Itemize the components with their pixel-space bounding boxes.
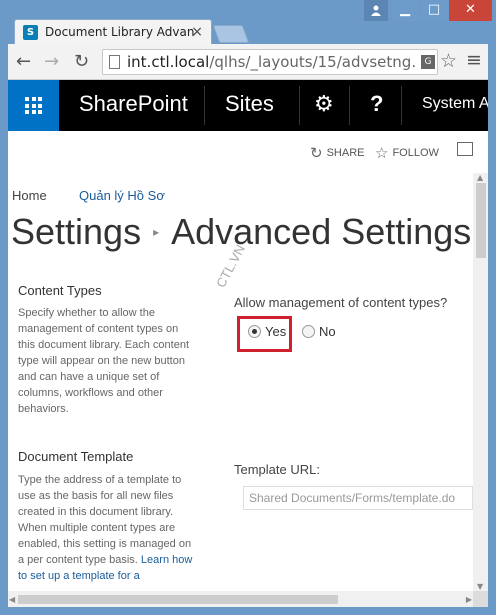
minimize-button[interactable]: ▁ bbox=[392, 0, 418, 21]
document-template-text: Type the address of a template to use as… bbox=[18, 474, 192, 566]
address-bar[interactable]: int.ctl.local/qlhs/_layouts/15/advsetng.… bbox=[102, 49, 438, 75]
document-template-heading: Document Template bbox=[18, 449, 134, 464]
title-advanced-settings: Advanced Settings bbox=[171, 211, 472, 252]
sharepoint-favicon-icon: S bbox=[23, 25, 38, 40]
share-button[interactable]: ↻ SHARE bbox=[310, 144, 364, 162]
scroll-down-icon[interactable]: ▼ bbox=[477, 582, 483, 591]
browser-tab[interactable]: S Document Library Advanc × bbox=[14, 19, 212, 45]
divider bbox=[204, 86, 205, 125]
bookmark-star-icon[interactable]: ☆ bbox=[440, 50, 457, 72]
sites-link[interactable]: Sites bbox=[225, 91, 274, 117]
browser-window: S Document Library Advanc × ▁ □ ✕ ← → ↻ … bbox=[0, 0, 496, 615]
url-path: /qlhs/_layouts/15/advsetng.as bbox=[209, 53, 417, 71]
help-icon[interactable]: ? bbox=[370, 91, 383, 117]
app-launcher-button[interactable] bbox=[8, 80, 59, 131]
breadcrumb-home[interactable]: Home bbox=[12, 188, 47, 203]
divider bbox=[401, 86, 402, 125]
vertical-scroll-thumb[interactable] bbox=[476, 183, 486, 258]
action-bar: ↻ SHARE ☆ FOLLOW bbox=[8, 131, 473, 173]
scroll-left-icon[interactable]: ◀ bbox=[9, 595, 15, 604]
template-url-label: Template URL: bbox=[234, 462, 320, 477]
document-template-description: Type the address of a template to use as… bbox=[18, 472, 196, 584]
horizontal-scrollbar[interactable]: ◀ ▶ bbox=[8, 591, 473, 607]
forward-arrow-icon[interactable]: → bbox=[44, 51, 59, 72]
follow-star-icon: ☆ bbox=[375, 145, 389, 162]
translate-icon[interactable]: G bbox=[421, 55, 435, 69]
highlight-box bbox=[237, 316, 292, 352]
maximize-button[interactable]: □ bbox=[420, 0, 448, 21]
content-types-description: Specify whether to allow the management … bbox=[18, 307, 189, 415]
radio-no-button[interactable] bbox=[302, 325, 315, 338]
breadcrumb-arrow-icon: ▸ bbox=[153, 225, 160, 239]
page-icon bbox=[109, 55, 120, 69]
url-text[interactable]: int.ctl.local/qlhs/_layouts/15/advsetng.… bbox=[127, 53, 417, 71]
content-types-heading: Content Types bbox=[18, 283, 102, 298]
template-url-input[interactable]: Shared Documents/Forms/template.do bbox=[243, 486, 473, 510]
focus-content-icon[interactable] bbox=[457, 142, 473, 156]
vertical-scrollbar[interactable]: ▲ ▼ bbox=[473, 173, 488, 591]
page-viewport: SharePoint Sites ⚙ ? System Ac ↻SHARE ☆F… bbox=[8, 80, 488, 607]
divider bbox=[349, 86, 350, 125]
sharepoint-brand[interactable]: SharePoint bbox=[79, 91, 188, 117]
share-icon: ↻ bbox=[310, 145, 323, 162]
reload-icon[interactable]: ↻ bbox=[74, 51, 89, 72]
radio-no-label: No bbox=[319, 324, 336, 339]
follow-button[interactable]: ☆ FOLLOW bbox=[375, 144, 439, 162]
scrollbar-corner bbox=[473, 591, 488, 607]
url-host: int.ctl.local bbox=[127, 53, 210, 71]
radio-no[interactable]: No bbox=[302, 324, 336, 339]
scroll-up-icon[interactable]: ▲ bbox=[477, 173, 483, 182]
browser-toolbar: ← → ↻ int.ctl.local/qlhs/_layouts/15/adv… bbox=[8, 44, 488, 80]
user-menu[interactable]: System Ac bbox=[422, 95, 488, 113]
back-arrow-icon[interactable]: ← bbox=[16, 51, 31, 72]
gear-icon[interactable]: ⚙ bbox=[314, 92, 334, 117]
title-settings[interactable]: Settings bbox=[11, 211, 141, 252]
title-bar: S Document Library Advanc × ▁ □ ✕ bbox=[0, 0, 496, 45]
divider bbox=[299, 86, 300, 125]
tab-title: Document Library Advanc bbox=[45, 25, 195, 39]
scroll-right-icon[interactable]: ▶ bbox=[466, 595, 472, 604]
browser-menu-icon[interactable]: ≡ bbox=[466, 49, 482, 71]
tab-close-icon[interactable]: × bbox=[191, 24, 203, 40]
content-types-question: Allow management of content types? bbox=[234, 295, 448, 310]
waffle-icon bbox=[25, 97, 42, 114]
share-label: SHARE bbox=[326, 147, 365, 159]
horizontal-scroll-thumb[interactable] bbox=[18, 595, 338, 604]
breadcrumb-library[interactable]: Quản lý Hồ Sơ bbox=[79, 188, 165, 203]
user-profile-icon[interactable] bbox=[364, 0, 388, 21]
new-tab-button[interactable] bbox=[212, 25, 250, 43]
follow-label: FOLLOW bbox=[392, 147, 439, 159]
suite-bar: SharePoint Sites ⚙ ? System Ac bbox=[8, 80, 488, 131]
close-window-button[interactable]: ✕ bbox=[449, 0, 492, 21]
